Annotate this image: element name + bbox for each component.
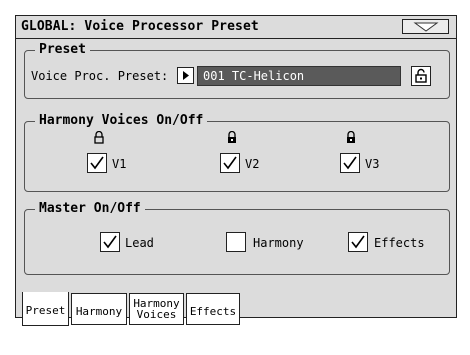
harmony-voices-group: Harmony Voices On/Off V1 V2 V3 <box>24 113 450 192</box>
v3-checkbox[interactable] <box>340 153 360 173</box>
checkmark-icon <box>223 156 237 170</box>
voice-proc-preset-value: 001 TC-Helicon <box>203 69 305 83</box>
checkmark-icon <box>90 156 104 170</box>
triangle-right-icon <box>183 71 189 80</box>
tab-harmony-voices-line2: Voices <box>136 308 177 321</box>
voice-proc-preset-field[interactable]: 001 TC-Helicon <box>197 66 401 86</box>
preset-group: Preset Voice Proc. Preset: 001 TC-Helico… <box>24 42 450 99</box>
lock-icon <box>415 68 427 83</box>
tab-preset[interactable]: Preset <box>22 292 69 326</box>
v1-label: V1 <box>112 157 127 171</box>
tab-bar: Preset Harmony Harmony Voices Effects <box>16 292 456 326</box>
master-group: Master On/Off Lead Harmony Effects <box>24 201 450 275</box>
tab-harmony-label: Harmony <box>75 305 123 318</box>
tab-preset-label: Preset <box>25 304 66 317</box>
v3-label: V3 <box>365 157 380 171</box>
page-title: GLOBAL: Voice Processor Preset <box>21 19 259 34</box>
voice-proc-preset-label: Voice Proc. Preset: <box>31 69 169 83</box>
lead-label: Lead <box>125 236 154 250</box>
checkmark-icon <box>343 156 357 170</box>
lead-checkbox[interactable] <box>100 232 120 252</box>
v1-checkbox[interactable] <box>87 153 107 173</box>
preset-select-arrow-button[interactable] <box>177 67 194 84</box>
v2-checkbox[interactable] <box>220 153 240 173</box>
lock-open-icon <box>94 131 104 144</box>
checkmark-icon <box>103 235 117 249</box>
tab-effects-label: Effects <box>189 305 237 318</box>
page-menu-button[interactable] <box>402 19 449 34</box>
tab-harmony-voices[interactable]: Harmony Voices <box>129 293 184 325</box>
lock-icon <box>228 131 236 143</box>
effects-checkbox[interactable] <box>348 232 368 252</box>
v2-label: V2 <box>245 157 260 171</box>
preset-lock-button[interactable] <box>411 66 431 86</box>
effects-label: Effects <box>374 236 425 250</box>
tab-effects[interactable]: Effects <box>186 293 240 325</box>
tab-harmony[interactable]: Harmony <box>71 293 127 325</box>
master-group-label: Master On/Off <box>35 201 145 217</box>
harmony-label: Harmony <box>253 236 304 250</box>
checkmark-icon <box>351 235 365 249</box>
triangle-down-icon <box>413 22 439 32</box>
harmony-checkbox[interactable] <box>226 232 246 252</box>
preset-group-label: Preset <box>35 42 90 58</box>
lock-icon <box>347 131 355 143</box>
harmony-voices-group-label: Harmony Voices On/Off <box>35 113 208 129</box>
title-bar: GLOBAL: Voice Processor Preset <box>16 16 456 39</box>
voice-processor-window: GLOBAL: Voice Processor Preset Preset Vo… <box>15 15 457 326</box>
